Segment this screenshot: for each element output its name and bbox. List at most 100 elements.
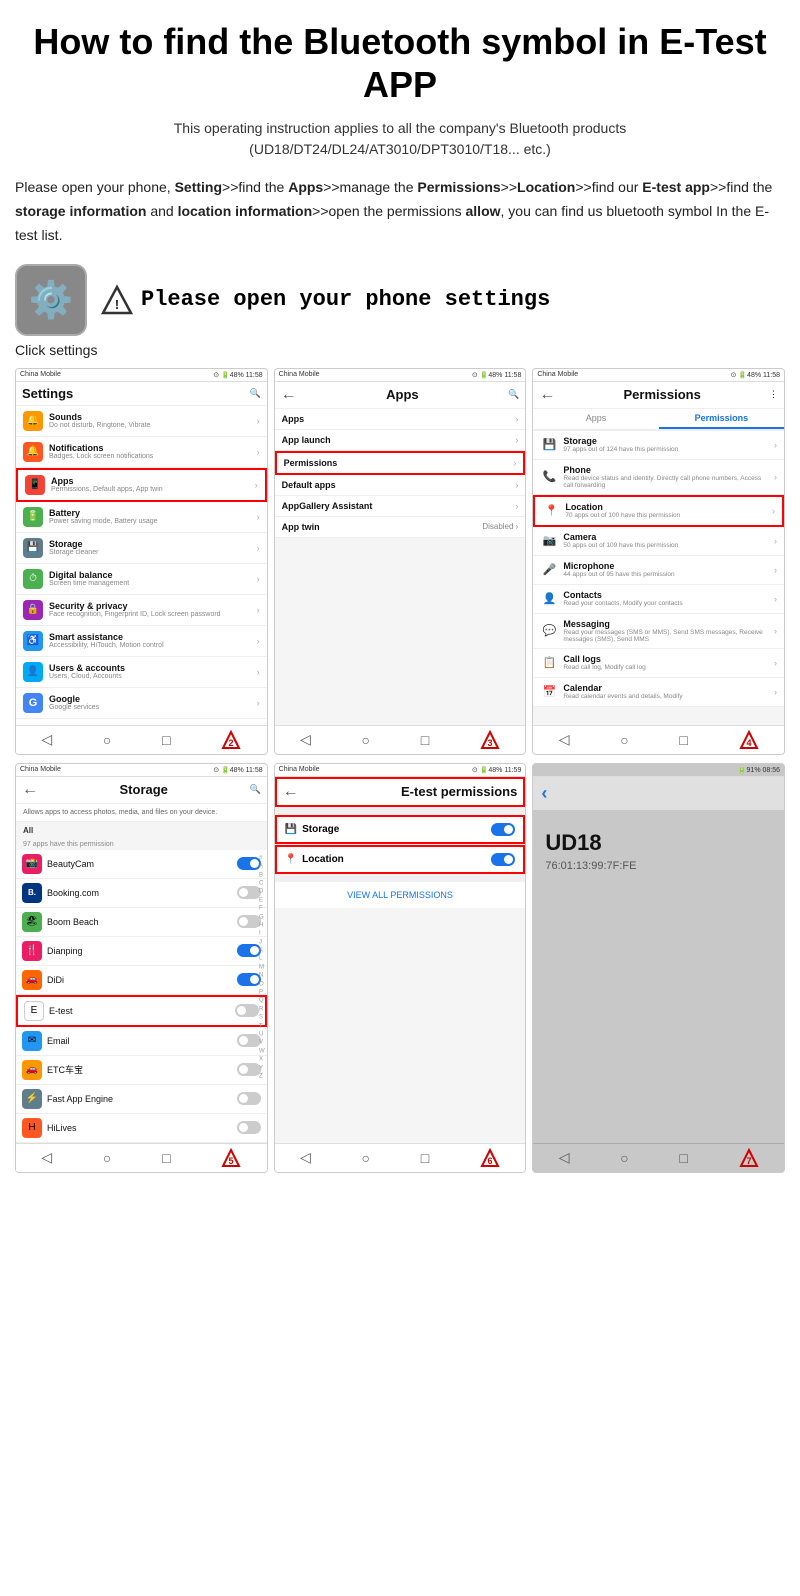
back-icon-7[interactable]: ‹ bbox=[541, 783, 547, 804]
back-icon-3[interactable]: ← bbox=[281, 386, 297, 404]
click-settings-label: Click settings bbox=[15, 342, 785, 358]
nav-bar-4: ◁ ○ □ 4 bbox=[533, 725, 784, 754]
home-btn-7[interactable]: ○ bbox=[620, 1150, 628, 1166]
google-item[interactable]: G Google Google services › bbox=[16, 688, 267, 719]
beautycam-item[interactable]: 📸 BeautyCam bbox=[16, 850, 267, 879]
hilives-toggle[interactable] bbox=[237, 1121, 261, 1134]
fastapp-toggle[interactable] bbox=[237, 1092, 261, 1105]
etest-item[interactable]: E E-test bbox=[16, 995, 267, 1027]
arrow: › bbox=[257, 512, 260, 522]
nav-bar-3: ◁ ○ □ 3 bbox=[275, 725, 526, 754]
storage-etest-item[interactable]: 💾 Storage bbox=[275, 815, 526, 844]
screenshots-row-2: China Mobile ⊙ 🔋48% 11:58 ← Storage 🔍 Al… bbox=[15, 763, 785, 1173]
apps-sub-item[interactable]: Apps › bbox=[275, 409, 526, 430]
back-btn-3[interactable]: ◁ bbox=[300, 731, 311, 748]
sounds-item[interactable]: 🔔 Sounds Do not disturb, Ringtone, Vibra… bbox=[16, 406, 267, 437]
email-item[interactable]: ✉ Email bbox=[16, 1027, 267, 1056]
home-btn-4[interactable]: ○ bbox=[620, 732, 628, 748]
svg-text:2: 2 bbox=[229, 738, 234, 748]
search-icon-5[interactable]: 🔍 bbox=[249, 784, 260, 795]
step1-section: ⚙️ ! Please open your phone settings bbox=[15, 264, 785, 336]
location-etest-item[interactable]: 📍 Location bbox=[275, 845, 526, 874]
tab-apps[interactable]: Apps bbox=[533, 409, 658, 429]
back-btn-6[interactable]: ◁ bbox=[300, 1149, 311, 1166]
battery-item[interactable]: 🔋 Battery Power saving mode, Battery usa… bbox=[16, 502, 267, 533]
smart-icon: ♿ bbox=[23, 631, 43, 651]
recents-btn-3[interactable]: □ bbox=[421, 732, 429, 748]
contacts-perm-item[interactable]: 👤 Contacts Read your contacts, Modify yo… bbox=[533, 585, 784, 614]
didi-toggle[interactable] bbox=[237, 973, 261, 986]
calllogs-perm-icon: 📋 bbox=[540, 654, 558, 672]
recents-btn-2[interactable]: □ bbox=[162, 732, 170, 748]
back-icon-6[interactable]: ← bbox=[283, 783, 299, 801]
etest-toggle[interactable] bbox=[235, 1004, 259, 1017]
security-item[interactable]: 🔒 Security & privacy Face recognition, F… bbox=[16, 595, 267, 626]
users-text: Users & accounts Users, Cloud, Accounts bbox=[49, 663, 251, 680]
arrow: › bbox=[515, 435, 518, 445]
recents-btn-5[interactable]: □ bbox=[162, 1150, 170, 1166]
calllogs-perm-item[interactable]: 📋 Call logs Read call log, Modify call l… bbox=[533, 649, 784, 678]
beautycam-toggle[interactable] bbox=[237, 857, 261, 870]
notifications-item[interactable]: 🔔 Notifications Badges, Lock screen noti… bbox=[16, 437, 267, 468]
app-launch-text: App launch bbox=[282, 435, 510, 445]
storage-item[interactable]: 💾 Storage Storage cleaner › bbox=[16, 533, 267, 564]
digital-balance-item[interactable]: ⏱ Digital balance Screen time management… bbox=[16, 564, 267, 595]
app-launch-item[interactable]: App launch › bbox=[275, 430, 526, 451]
arrow: › bbox=[774, 472, 777, 482]
search-icon-2[interactable]: 🔍 bbox=[249, 388, 260, 399]
phone-perm-item[interactable]: 📞 Phone Read device status and identity.… bbox=[533, 460, 784, 495]
fastapp-item[interactable]: ⚡ Fast App Engine bbox=[16, 1085, 267, 1114]
app-twin-item[interactable]: App twin Disabled › bbox=[275, 517, 526, 538]
mic-perm-icon: 🎤 bbox=[540, 561, 558, 579]
calendar-perm-item[interactable]: 📅 Calendar Read calendar events and deta… bbox=[533, 678, 784, 707]
search-icon-3[interactable]: 🔍 bbox=[508, 389, 519, 400]
back-btn-5[interactable]: ◁ bbox=[41, 1149, 52, 1166]
recents-btn-4[interactable]: □ bbox=[679, 732, 687, 748]
storage-perm-item[interactable]: 💾 Storage 97 apps out of 124 have this p… bbox=[533, 431, 784, 460]
booking-toggle[interactable] bbox=[237, 886, 261, 899]
ud18-device-name: UD18 bbox=[545, 830, 772, 856]
etc-toggle[interactable] bbox=[237, 1063, 261, 1076]
tab-permissions[interactable]: Permissions bbox=[659, 409, 784, 429]
home-btn-6[interactable]: ○ bbox=[362, 1150, 370, 1166]
recents-btn-6[interactable]: □ bbox=[421, 1150, 429, 1166]
back-btn-7[interactable]: ◁ bbox=[559, 1149, 570, 1166]
arrow: › bbox=[774, 565, 777, 575]
smart-assist-item[interactable]: ♿ Smart assistance Accessibility, HiTouc… bbox=[16, 626, 267, 657]
home-btn-3[interactable]: ○ bbox=[362, 732, 370, 748]
dianping-icon: 🍴 bbox=[22, 941, 42, 961]
etc-item[interactable]: 🚗 ETC车宝 bbox=[16, 1056, 267, 1085]
back-icon-5[interactable]: ← bbox=[22, 781, 38, 799]
home-btn-2[interactable]: ○ bbox=[103, 732, 111, 748]
dianping-toggle[interactable] bbox=[237, 944, 261, 957]
messaging-perm-item[interactable]: 💬 Messaging Read your messages (SMS or M… bbox=[533, 614, 784, 649]
back-btn-2[interactable]: ◁ bbox=[41, 731, 52, 748]
location-etest-toggle[interactable] bbox=[491, 853, 515, 866]
appgallery-item[interactable]: AppGallery Assistant › bbox=[275, 496, 526, 517]
users-item[interactable]: 👤 Users & accounts Users, Cloud, Account… bbox=[16, 657, 267, 688]
storage-etest-toggle[interactable] bbox=[491, 823, 515, 836]
back-icon-4[interactable]: ← bbox=[539, 386, 555, 404]
more-icon-4[interactable]: ⋮ bbox=[769, 389, 778, 400]
storage-desc: Allows apps to access photos, media, and… bbox=[16, 804, 267, 822]
boombeach-toggle[interactable] bbox=[237, 915, 261, 928]
camera-perm-item[interactable]: 📷 Camera 50 apps out of 109 have this pe… bbox=[533, 527, 784, 556]
settings-gear-icon: ⚙️ bbox=[15, 264, 87, 336]
home-btn-5[interactable]: ○ bbox=[103, 1150, 111, 1166]
dianping-item[interactable]: 🍴 Dianping bbox=[16, 937, 267, 966]
email-toggle[interactable] bbox=[237, 1034, 261, 1047]
mic-perm-item[interactable]: 🎤 Microphone 44 apps out of 95 have this… bbox=[533, 556, 784, 585]
location-perm-item[interactable]: 📍 Location 70 apps out of 100 have this … bbox=[533, 495, 784, 527]
hilives-item[interactable]: H HiLives bbox=[16, 1114, 267, 1143]
arrow: › bbox=[255, 480, 258, 490]
default-apps-item[interactable]: Default apps › bbox=[275, 475, 526, 496]
permissions-item[interactable]: Permissions › bbox=[275, 451, 526, 475]
back-btn-4[interactable]: ◁ bbox=[559, 731, 570, 748]
arrow: › bbox=[513, 458, 516, 468]
recents-btn-7[interactable]: □ bbox=[679, 1150, 687, 1166]
booking-item[interactable]: B. Booking.com bbox=[16, 879, 267, 908]
boombeach-item[interactable]: 🏖 Boom Beach bbox=[16, 908, 267, 937]
didi-item[interactable]: 🚗 DiDi bbox=[16, 966, 267, 995]
view-all-button[interactable]: VIEW ALL PERMISSIONS bbox=[275, 882, 526, 908]
apps-item[interactable]: 📱 Apps Permissions, Default apps, App tw… bbox=[16, 468, 267, 502]
